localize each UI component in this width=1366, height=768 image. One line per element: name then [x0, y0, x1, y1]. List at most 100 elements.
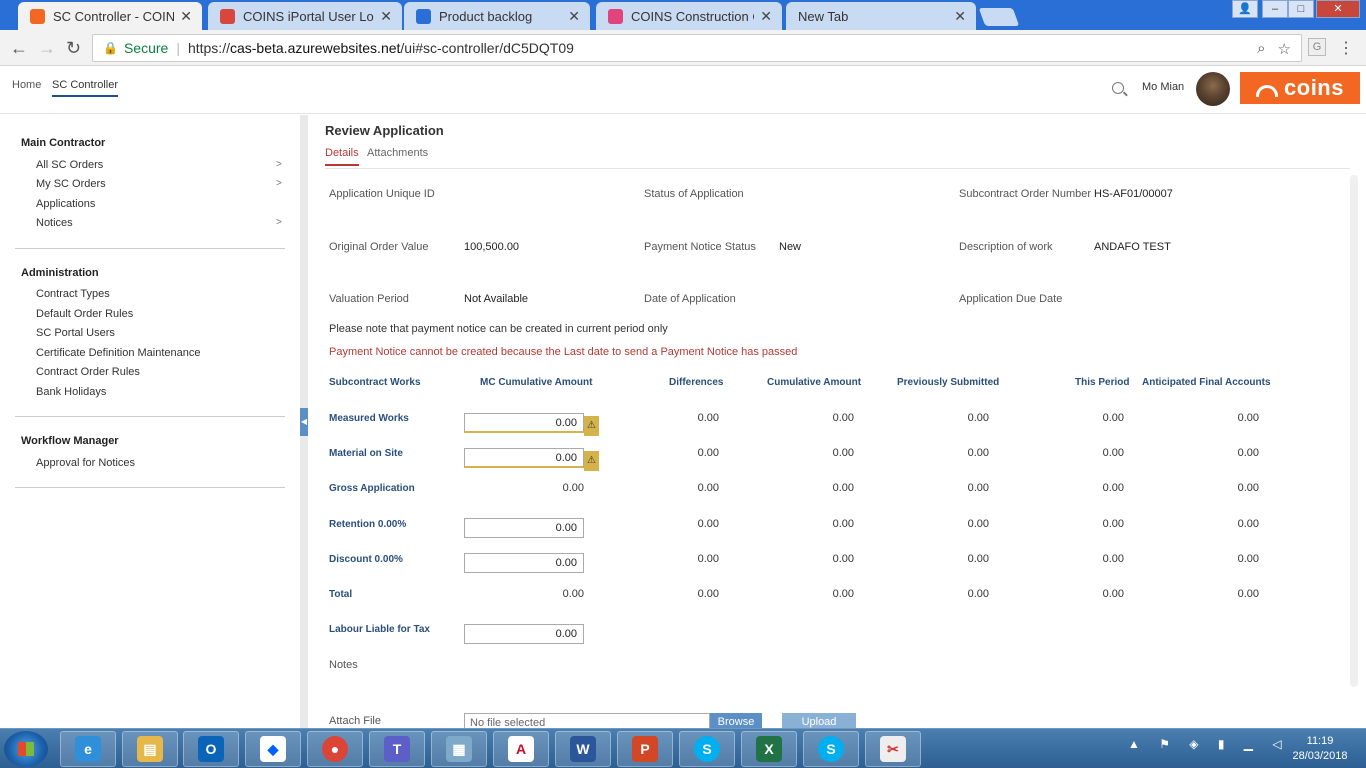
photo-viewer-icon: ▦	[446, 736, 472, 762]
nav-sc-controller[interactable]: SC Controller	[52, 79, 119, 97]
nav-home[interactable]: Home	[12, 79, 41, 95]
row-label-labour-tax: Labour Liable for Tax	[329, 624, 430, 635]
tab-new-tab[interactable]: New Tab ✕	[786, 2, 976, 30]
taskbar-explorer[interactable]: ▤	[122, 731, 178, 767]
cell-previously-submitted: 0.00	[967, 553, 989, 565]
cell-this-period: 0.00	[1102, 553, 1124, 565]
window-close-icon[interactable]: ✕	[1316, 0, 1360, 18]
tab-title: COINS Construction Clou	[631, 8, 754, 24]
url-bar[interactable]: 🔒 Secure | https://cas-beta.azurewebsite…	[92, 34, 1302, 62]
start-button[interactable]	[4, 731, 48, 767]
address-bar-row: ← → ↻ 🔒 Secure | https://cas-beta.azurew…	[0, 30, 1366, 66]
chevron-right-icon[interactable]: >	[276, 217, 282, 228]
close-icon[interactable]: ✕	[380, 8, 392, 25]
sidebar-item-bank-holidays[interactable]: Bank Holidays	[36, 386, 106, 398]
tab-attachments[interactable]: Attachments	[367, 147, 428, 164]
cell-previously-submitted: 0.00	[967, 482, 989, 494]
clock-date: 28/03/2018	[1292, 750, 1348, 762]
sidebar-item-notices[interactable]: Notices	[36, 217, 73, 229]
extension-icon[interactable]: G	[1308, 38, 1326, 56]
taskbar-outlook[interactable]: O	[183, 731, 239, 767]
taskbar-photos[interactable]: ▦	[431, 731, 487, 767]
original-order-value-label: Original Order Value	[329, 241, 429, 253]
sidebar-item-sc-portal-users[interactable]: SC Portal Users	[36, 327, 115, 339]
url-text: https://cas-beta.azurewebsites.net/ui#sc…	[188, 40, 574, 56]
taskbar-chrome[interactable]: ●	[307, 731, 363, 767]
close-icon[interactable]: ✕	[760, 8, 772, 25]
taskbar-powerpoint[interactable]: P	[617, 731, 673, 767]
attach-file-label: Attach File	[329, 715, 381, 727]
taskbar-teams[interactable]: T	[369, 731, 425, 767]
zoom-icon[interactable]: ⌕	[1257, 40, 1265, 58]
cell-mc-cumulative: 0.00	[562, 588, 584, 600]
measured-works-input[interactable]	[464, 413, 584, 433]
tab-construction-cloud[interactable]: COINS Construction Clou ✕	[596, 2, 782, 30]
tab-sc-controller[interactable]: SC Controller - COINS Co ✕	[18, 2, 202, 30]
close-icon[interactable]: ✕	[180, 8, 192, 25]
sidebar-item-my-sc-orders[interactable]: My SC Orders	[36, 178, 106, 190]
system-tray[interactable]: ▲ ⚑ ◈ ▮ ▁ ◁	[1128, 737, 1290, 751]
sidebar-item-approval-for-notices[interactable]: Approval for Notices	[36, 457, 135, 469]
clock[interactable]: 11:19 28/03/2018	[1290, 734, 1350, 764]
labour-tax-input[interactable]	[464, 624, 584, 644]
bookmark-star-icon[interactable]: ☆	[1278, 40, 1291, 58]
invision-favicon-icon	[608, 8, 623, 24]
minimize-icon[interactable]: –	[1262, 0, 1288, 18]
teams-icon: T	[384, 736, 410, 762]
chevron-right-icon[interactable]: >	[276, 159, 282, 170]
tab-details[interactable]: Details	[325, 147, 359, 166]
status-label: Status of Application	[644, 188, 744, 200]
tab-product-backlog[interactable]: Product backlog ✕	[404, 2, 590, 30]
payment-notice-status-label: Payment Notice Status	[644, 241, 756, 253]
sidebar-item-applications[interactable]: Applications	[36, 198, 95, 210]
forward-icon[interactable]: →	[38, 38, 56, 59]
taskbar-acrobat[interactable]: A	[493, 731, 549, 767]
taskbar-ie[interactable]: e	[60, 731, 116, 767]
close-icon[interactable]: ✕	[568, 8, 580, 25]
taskbar-word[interactable]: W	[555, 731, 611, 767]
taskbar-dropbox[interactable]: ◆	[245, 731, 301, 767]
word-icon: W	[570, 736, 596, 762]
collapse-sidebar-icon[interactable]: ◀	[300, 408, 308, 436]
warning-icon: ⚠	[584, 451, 599, 471]
back-icon[interactable]: ←	[10, 38, 28, 59]
cell-cumulative: 0.00	[832, 482, 854, 494]
cell-this-period: 0.00	[1102, 588, 1124, 600]
new-tab-button[interactable]	[978, 8, 1020, 26]
taskbar-skype-business[interactable]: S	[679, 731, 735, 767]
search-icon[interactable]	[1112, 82, 1124, 94]
cell-differences: 0.00	[697, 412, 719, 424]
discount-input[interactable]	[464, 553, 584, 573]
sidebar-divider	[15, 487, 285, 488]
sidebar-divider	[15, 248, 285, 249]
retention-input[interactable]	[464, 518, 584, 538]
sidebar-item-all-sc-orders[interactable]: All SC Orders	[36, 159, 103, 171]
payment-notice-warning: Payment Notice cannot be created because…	[329, 346, 798, 358]
close-icon[interactable]: ✕	[954, 8, 966, 25]
sidebar-item-contract-types[interactable]: Contract Types	[36, 288, 110, 300]
sidebar-item-certificate-definition[interactable]: Certificate Definition Maintenance	[36, 347, 200, 359]
material-on-site-input[interactable]	[464, 448, 584, 468]
scrollbar[interactable]	[1350, 175, 1358, 687]
maximize-icon[interactable]: □	[1288, 0, 1314, 18]
coins-logo-icon	[1256, 85, 1279, 97]
reload-icon[interactable]: ↻	[66, 38, 81, 59]
cell-previously-submitted: 0.00	[967, 518, 989, 530]
chevron-right-icon[interactable]: >	[276, 178, 282, 189]
user-name[interactable]: Mo Mian	[1142, 81, 1184, 93]
row-label-material-on-site: Material on Site	[329, 448, 403, 459]
menu-icon[interactable]: ⋮	[1338, 38, 1354, 58]
taskbar-snipping[interactable]: ✂	[865, 731, 921, 767]
col-mc-cumulative: MC Cumulative Amount	[480, 377, 593, 388]
sidebar-item-default-order-rules[interactable]: Default Order Rules	[36, 308, 133, 320]
cell-differences: 0.00	[697, 518, 719, 530]
sidebar-item-contract-order-rules[interactable]: Contract Order Rules	[36, 366, 140, 378]
avatar[interactable]	[1196, 72, 1230, 106]
row-label-gross-application: Gross Application	[329, 483, 415, 494]
taskbar-excel[interactable]: X	[741, 731, 797, 767]
outlook-icon: O	[198, 736, 224, 762]
taskbar-skype[interactable]: S	[803, 731, 859, 767]
internet-explorer-icon: e	[75, 736, 101, 762]
tab-iportal-login[interactable]: COINS iPortal User Login ✕	[208, 2, 402, 30]
profile-icon[interactable]: 👤	[1232, 0, 1258, 18]
